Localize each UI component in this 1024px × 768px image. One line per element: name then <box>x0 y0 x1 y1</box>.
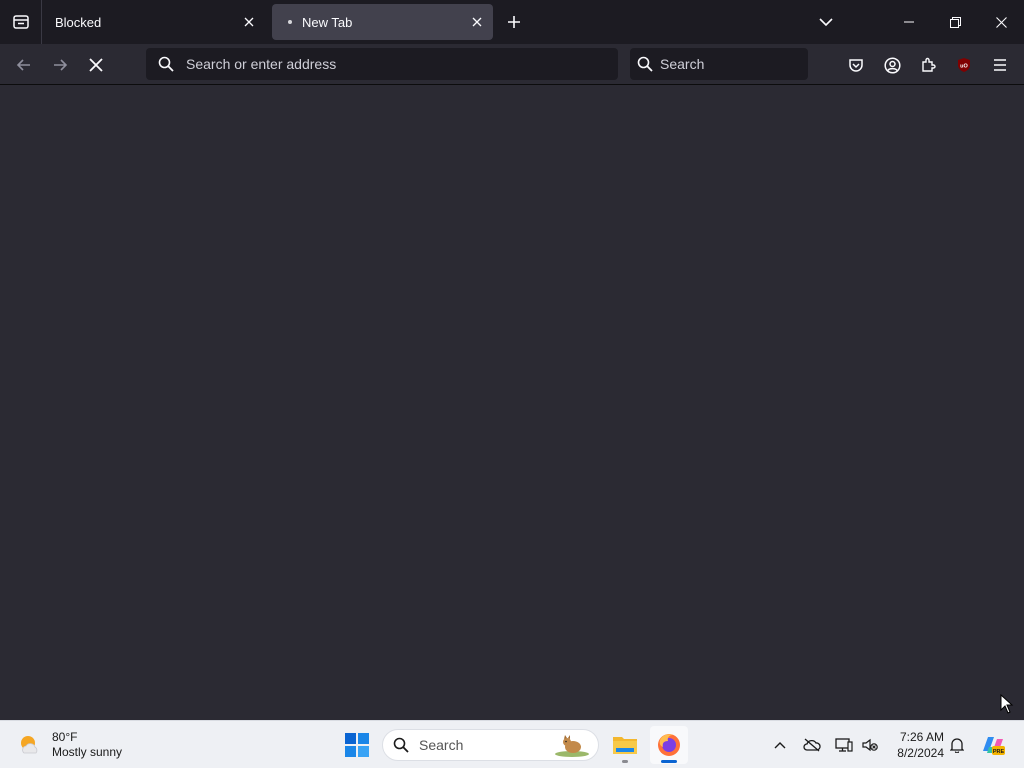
firefox-view-button[interactable] <box>0 0 42 44</box>
clock-date: 8/2/2024 <box>897 746 944 760</box>
tab-new-tab[interactable]: New Tab <box>272 4 493 40</box>
ublock-origin-icon: uO <box>958 58 970 72</box>
new-tab-button[interactable] <box>500 8 528 36</box>
close-icon <box>472 17 482 27</box>
close-window-button[interactable] <box>978 0 1024 44</box>
weather-widget[interactable]: 80°F Mostly sunny <box>16 727 122 763</box>
restore-button[interactable] <box>932 0 978 44</box>
tab-close-button[interactable] <box>463 8 491 36</box>
minimize-icon <box>904 21 914 23</box>
weather-temperature: 80°F <box>52 730 78 744</box>
menu-icon <box>994 59 1006 71</box>
taskbar-clock[interactable]: 7:26 AM 8/2/2024 <box>888 729 944 761</box>
close-icon <box>995 16 1007 28</box>
app-active-indicator <box>661 760 677 763</box>
tab-close-button[interactable] <box>235 8 263 36</box>
page-content[interactable] <box>0 86 1024 720</box>
stop-loading-icon <box>89 58 103 72</box>
account-icon <box>883 56 901 74</box>
weather-condition: Mostly sunny <box>52 745 123 759</box>
notifications-button[interactable] <box>944 729 970 761</box>
phone-link-icon <box>862 738 878 752</box>
extensions-icon <box>922 57 936 72</box>
copilot-icon: PRE <box>983 737 1005 755</box>
search-icon <box>383 737 419 753</box>
tab-title: New Tab <box>272 15 463 30</box>
ublock-origin-button[interactable]: uO <box>949 50 979 80</box>
tab-blocked[interactable]: Blocked <box>43 4 265 40</box>
network-icon <box>835 738 853 752</box>
pocket-button[interactable] <box>841 50 871 80</box>
svg-text:uO: uO <box>960 64 968 70</box>
taskbar-search[interactable]: Search <box>382 729 599 761</box>
search-icon <box>630 56 660 72</box>
close-icon <box>244 17 254 27</box>
extensions-button[interactable] <box>913 50 943 80</box>
plus-icon <box>508 16 520 28</box>
taskbar-search-label: Search <box>419 737 464 753</box>
address-bar[interactable] <box>146 48 618 80</box>
copilot-button[interactable]: PRE <box>978 729 1008 761</box>
firefox-icon <box>658 734 680 756</box>
search-icon <box>146 56 186 72</box>
onedrive-icon <box>803 738 821 752</box>
tab-bar: Blocked New Tab <box>0 0 1024 44</box>
mouse-cursor-icon <box>1000 694 1014 714</box>
navigation-toolbar: uO <box>0 44 1024 85</box>
clock-time: 7:26 AM <box>899 730 944 744</box>
file-explorer-button[interactable] <box>606 726 644 764</box>
forward-button[interactable] <box>45 50 75 80</box>
tab-title: Blocked <box>55 14 102 30</box>
windows-taskbar: 80°F Mostly sunny Search 7:26 AM 8/2/202… <box>0 720 1024 768</box>
loading-dot-icon <box>288 20 292 24</box>
windows-start-icon <box>345 733 369 757</box>
volume-tray-button[interactable] <box>857 729 883 761</box>
search-highlight-icon <box>550 731 594 759</box>
back-button[interactable] <box>9 50 39 80</box>
chevron-up-icon <box>774 742 786 749</box>
sun-cloud-icon <box>21 736 38 754</box>
menu-button[interactable] <box>985 50 1015 80</box>
tab-title-text: New Tab <box>302 14 353 30</box>
search-bar[interactable] <box>630 48 808 80</box>
back-icon <box>16 59 30 71</box>
start-button[interactable] <box>340 727 374 763</box>
list-all-tabs-button[interactable] <box>812 8 840 36</box>
notification-bell-icon <box>950 738 964 753</box>
forward-icon <box>54 59 68 71</box>
firefox-view-icon <box>12 15 29 29</box>
onedrive-tray-button[interactable] <box>799 729 825 761</box>
restore-icon <box>949 16 961 28</box>
show-hidden-icons-button[interactable] <box>767 729 793 761</box>
pocket-icon <box>849 59 863 72</box>
stop-button[interactable] <box>81 50 111 80</box>
search-input[interactable] <box>660 56 800 72</box>
account-button[interactable] <box>877 50 907 80</box>
file-explorer-icon <box>613 737 637 754</box>
network-tray-button[interactable] <box>831 729 857 761</box>
app-running-indicator <box>622 760 628 763</box>
minimize-button[interactable] <box>886 0 932 44</box>
address-input[interactable] <box>186 56 586 72</box>
firefox-taskbar-button[interactable] <box>650 726 688 764</box>
svg-text:PRE: PRE <box>993 749 1005 755</box>
chevron-down-icon <box>819 18 833 27</box>
